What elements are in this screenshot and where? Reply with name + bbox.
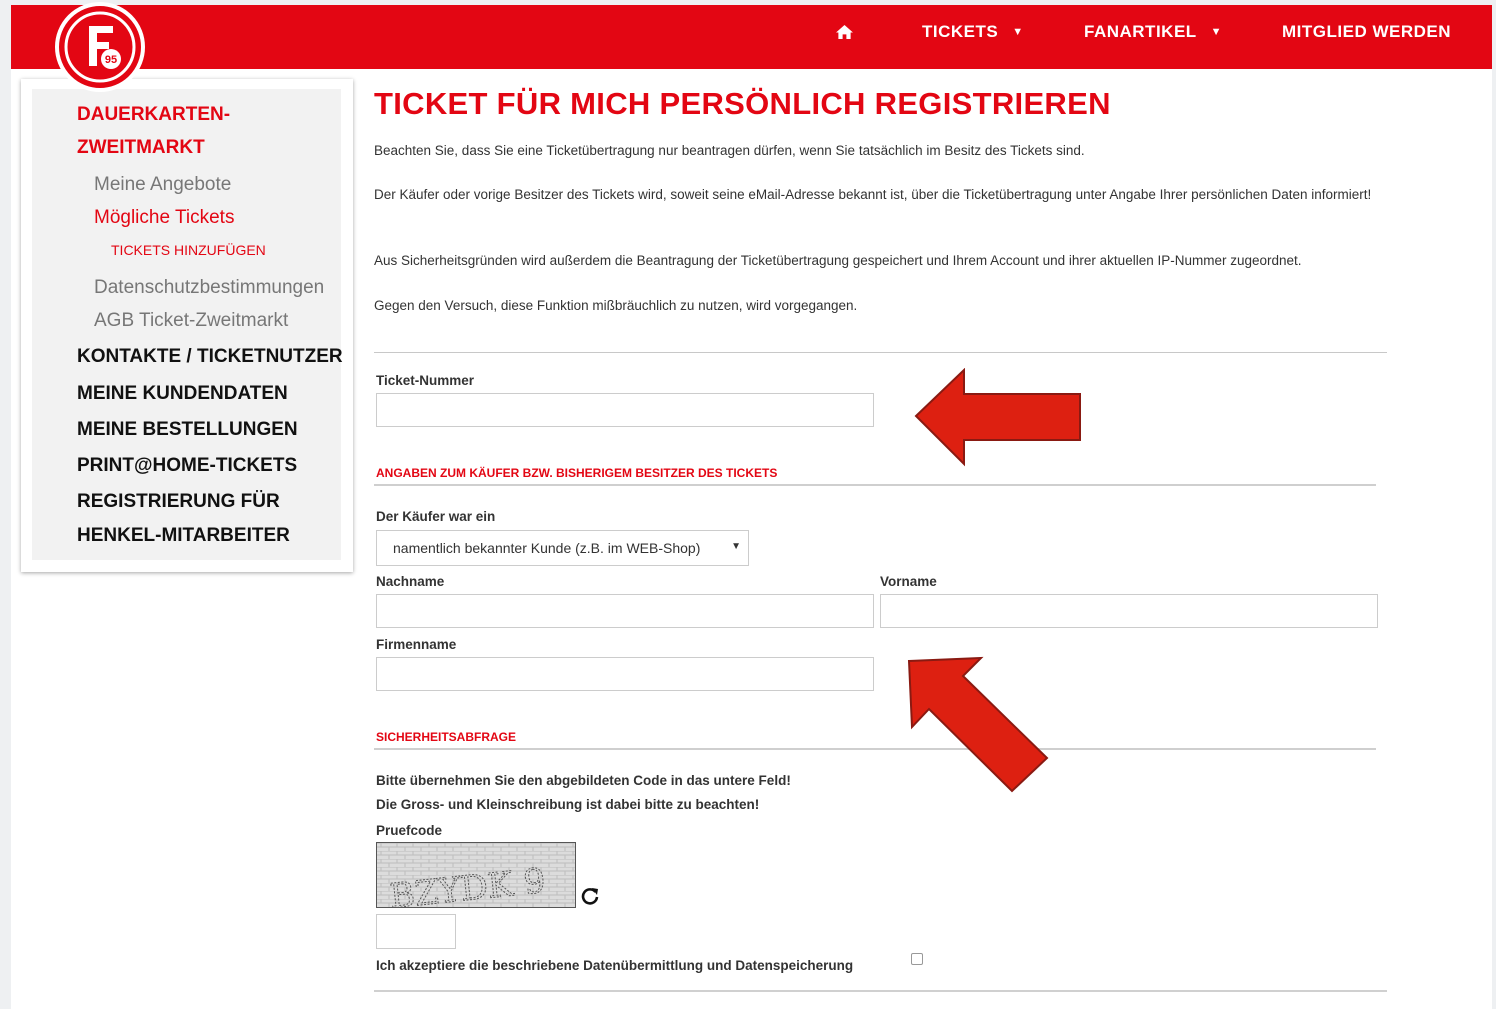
caret-down-icon: ▼ bbox=[1012, 26, 1024, 38]
captcha-image: BZYDK 9 bbox=[376, 842, 576, 908]
sidebar-section-zweitmarkt[interactable]: ZWEITMARKT bbox=[77, 137, 205, 159]
company-label: Firmenname bbox=[376, 637, 457, 652]
nav-tickets[interactable]: TICKETS ▼ bbox=[922, 22, 1024, 42]
captcha-input[interactable] bbox=[376, 914, 456, 949]
captcha-hint-2: Die Gross- und Kleinschreibung ist dabei… bbox=[376, 797, 760, 812]
firstname-label: Vorname bbox=[880, 574, 937, 589]
sidebar-item-moegliche-tickets[interactable]: Mögliche Tickets bbox=[94, 207, 234, 229]
security-section-heading: SICHERHEITSABFRAGE bbox=[376, 730, 517, 744]
info-paragraph-2: Der Käufer oder vorige Besitzer des Tick… bbox=[374, 187, 1372, 202]
info-paragraph-4: Gegen den Versuch, diese Funktion mißbrä… bbox=[374, 298, 858, 313]
annotation-arrow-diagonal-icon bbox=[907, 656, 1049, 793]
divider bbox=[374, 990, 1387, 992]
sidebar-item-registrierung-line2[interactable]: HENKEL-MITARBEITER bbox=[77, 525, 290, 547]
club-logo[interactable]: 95 bbox=[55, 2, 145, 92]
caret-down-icon: ▼ bbox=[1210, 26, 1223, 38]
top-nav-bar bbox=[11, 5, 1492, 69]
sidebar-item-datenschutz[interactable]: Datenschutzbestimmungen bbox=[94, 277, 324, 299]
buyer-type-selected-value: namentlich bekannter Kunde (z.B. im WEB-… bbox=[393, 540, 701, 556]
sidebar-item-meine-angebote[interactable]: Meine Angebote bbox=[94, 174, 231, 196]
annotation-arrow-left-icon bbox=[914, 368, 1081, 467]
sidebar-item-print-at-home[interactable]: PRINT@HOME-TICKETS bbox=[77, 455, 297, 477]
buyer-type-label: Der Käufer war ein bbox=[376, 509, 496, 524]
page-title: TICKET FÜR MICH PERSÖNLICH REGISTRIEREN bbox=[374, 86, 1111, 121]
sidebar-item-registrierung-line1[interactable]: REGISTRIERUNG FÜR bbox=[77, 491, 280, 513]
divider bbox=[374, 352, 1387, 353]
buyer-section-heading: ANGABEN ZUM KÄUFER BZW. BISHERIGEM BESIT… bbox=[376, 466, 778, 480]
sidebar-item-kontakte[interactable]: KONTAKTE / TICKETNUTZER bbox=[77, 346, 343, 368]
consent-label: Ich akzeptiere die beschriebene Datenübe… bbox=[376, 958, 854, 973]
buyer-type-select[interactable]: namentlich bekannter Kunde (z.B. im WEB-… bbox=[376, 530, 749, 566]
ticket-number-label: Ticket-Nummer bbox=[376, 373, 475, 388]
nav-fanartikel-label: FANARTIKEL bbox=[1084, 22, 1197, 41]
sidebar-section-dauerkarten[interactable]: DAUERKARTEN- bbox=[77, 104, 230, 126]
sidebar-item-tickets-hinzufuegen[interactable]: TICKETS HINZUFÜGEN bbox=[111, 242, 266, 258]
home-icon[interactable] bbox=[835, 24, 854, 40]
company-input[interactable] bbox=[376, 657, 874, 691]
sidebar-item-kundendaten[interactable]: MEINE KUNDENDATEN bbox=[77, 383, 288, 405]
sidebar-item-agb[interactable]: AGB Ticket-Zweitmarkt bbox=[94, 310, 288, 332]
svg-text:95: 95 bbox=[105, 54, 117, 66]
chevron-down-icon: ▼ bbox=[731, 541, 741, 552]
logo-emblem-icon: 95 bbox=[64, 11, 136, 83]
lastname-label: Nachname bbox=[376, 574, 445, 589]
lastname-input[interactable] bbox=[376, 594, 874, 628]
sidebar-item-bestellungen[interactable]: MEINE BESTELLUNGEN bbox=[77, 419, 298, 441]
consent-checkbox[interactable] bbox=[911, 953, 923, 965]
captcha-label: Pruefcode bbox=[376, 823, 443, 838]
nav-mitglied-werden[interactable]: MITGLIED WERDEN bbox=[1282, 22, 1451, 42]
firstname-input[interactable] bbox=[880, 594, 1378, 628]
nav-fanartikel[interactable]: FANARTIKEL ▼ bbox=[1084, 22, 1222, 42]
refresh-icon[interactable] bbox=[580, 886, 600, 906]
info-paragraph-3: Aus Sicherheitsgründen wird außerdem die… bbox=[374, 253, 1302, 268]
captcha-hint-1: Bitte übernehmen Sie den abgebildeten Co… bbox=[376, 773, 791, 788]
info-paragraph-1: Beachten Sie, dass Sie eine Ticketübertr… bbox=[374, 143, 1085, 158]
section-divider bbox=[374, 748, 1376, 750]
ticket-number-input[interactable] bbox=[376, 393, 874, 427]
section-divider bbox=[374, 484, 1376, 486]
nav-tickets-label: TICKETS bbox=[922, 22, 999, 41]
